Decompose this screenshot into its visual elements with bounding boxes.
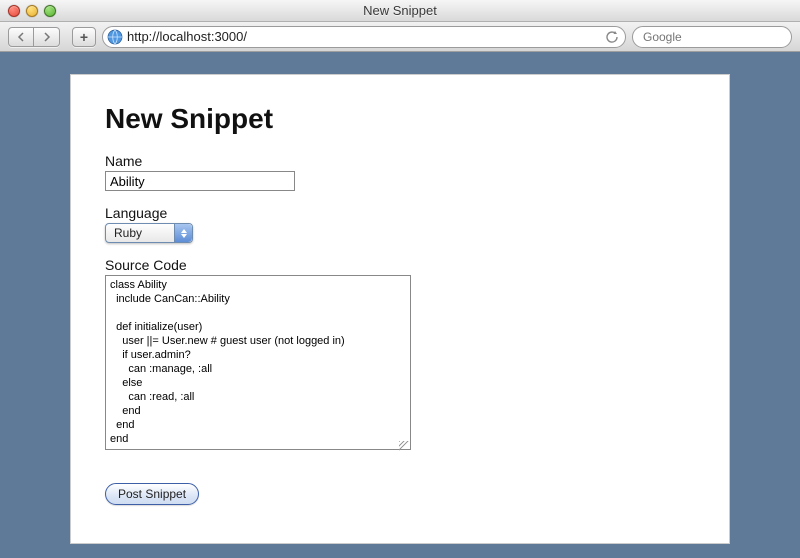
source-textarea[interactable] (105, 275, 411, 450)
close-window-button[interactable] (8, 5, 20, 17)
minimize-window-button[interactable] (26, 5, 38, 17)
nav-button-group (8, 27, 60, 47)
post-snippet-button[interactable]: Post Snippet (105, 483, 199, 505)
language-label: Language (105, 205, 695, 221)
window-titlebar: New Snippet (0, 0, 800, 22)
forward-icon (42, 32, 52, 42)
page-body: New Snippet Name Language Ruby Source Co… (70, 74, 730, 544)
browser-toolbar: + (0, 22, 800, 52)
url-input[interactable] (127, 29, 601, 44)
reload-icon[interactable] (605, 30, 619, 44)
site-globe-icon (107, 29, 123, 45)
back-icon (16, 32, 26, 42)
forward-button[interactable] (34, 27, 60, 47)
select-arrows-icon (174, 224, 192, 242)
search-bar[interactable] (632, 26, 792, 48)
search-input[interactable] (643, 30, 798, 44)
name-label: Name (105, 153, 695, 169)
page-heading: New Snippet (105, 103, 695, 135)
window-title: New Snippet (0, 3, 800, 18)
address-bar[interactable] (102, 26, 626, 48)
browser-viewport: New Snippet Name Language Ruby Source Co… (0, 52, 800, 558)
language-field-group: Language Ruby (105, 205, 695, 243)
name-input[interactable] (105, 171, 295, 191)
add-bookmark-button[interactable]: + (72, 27, 96, 47)
plus-icon: + (80, 29, 88, 45)
source-label: Source Code (105, 257, 695, 273)
language-select[interactable]: Ruby (105, 223, 193, 243)
traffic-lights (0, 5, 56, 17)
name-field-group: Name (105, 153, 695, 191)
zoom-window-button[interactable] (44, 5, 56, 17)
back-button[interactable] (8, 27, 34, 47)
source-field-group: Source Code (105, 257, 695, 453)
language-select-value: Ruby (114, 226, 142, 240)
